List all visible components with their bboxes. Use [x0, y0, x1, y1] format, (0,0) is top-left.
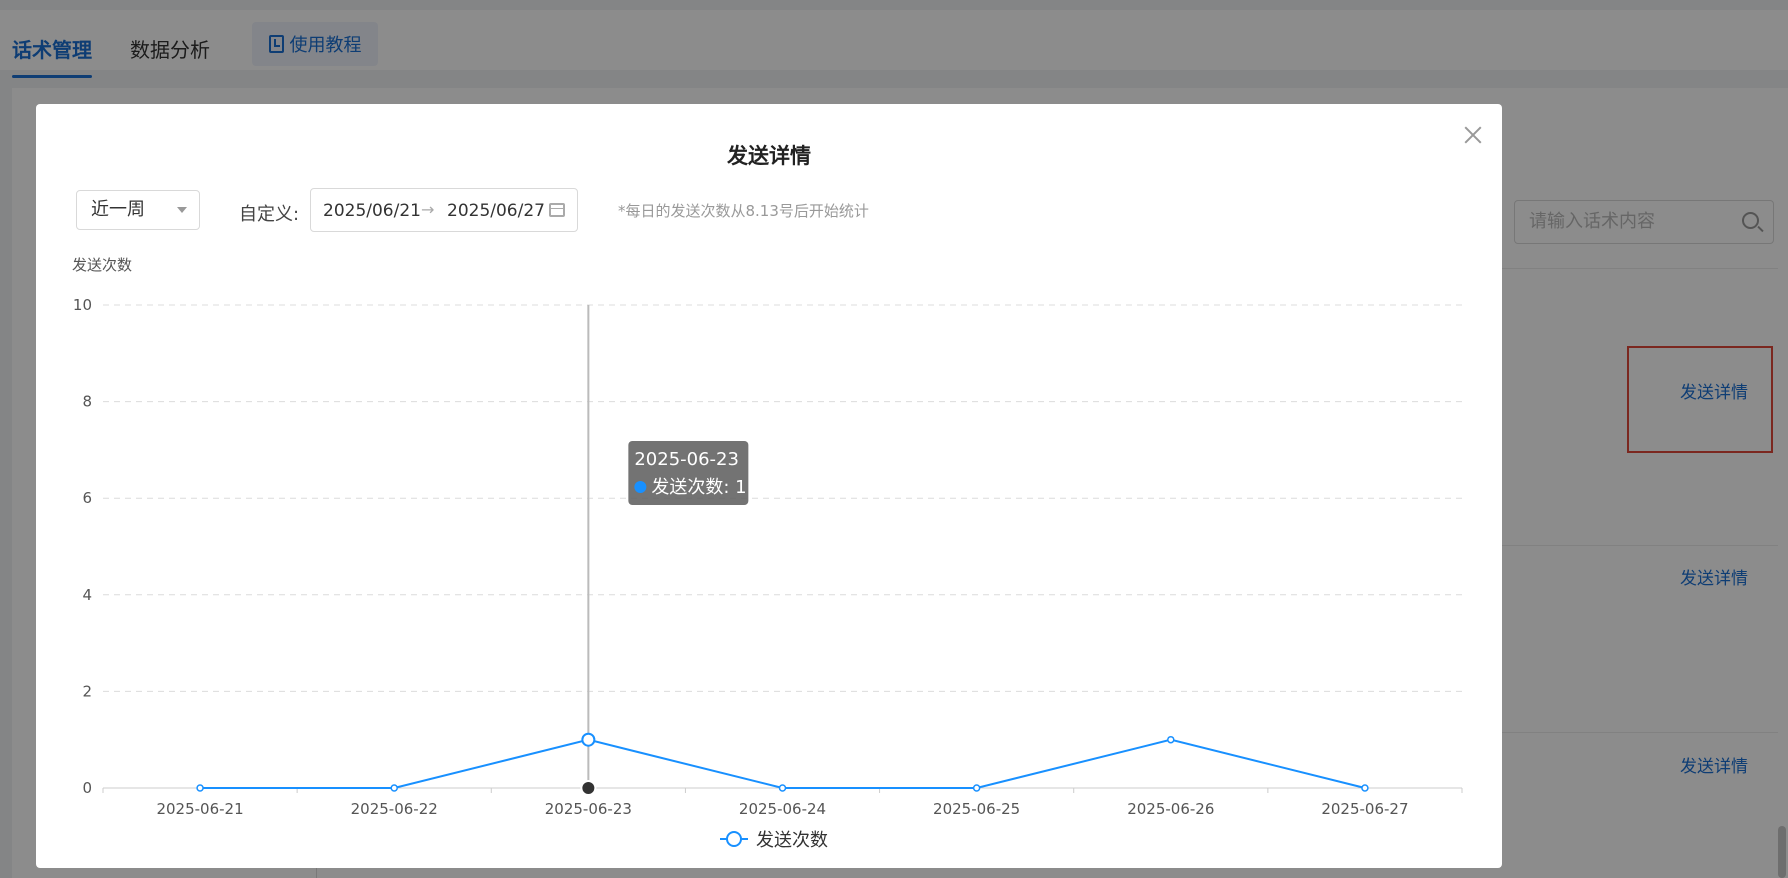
y-axis-title: 发送次数 [72, 256, 132, 274]
data-point [1167, 735, 1175, 744]
y-tick-label: 4 [82, 586, 92, 604]
x-tick-label: 2025-06-24 [739, 800, 826, 818]
send-detail-modal: 发送详情 近一周 自定义: 2025/06/21 → 2025/06/27 *每… [36, 104, 1502, 868]
y-tick-label: 6 [82, 489, 92, 507]
data-point [972, 784, 981, 792]
x-tick-label: 2025-06-26 [1127, 800, 1214, 818]
x-tick-label: 2025-06-25 [933, 800, 1020, 818]
data-point [390, 784, 398, 792]
legend-label: 发送次数 [756, 830, 828, 851]
series-line [200, 738, 1366, 789]
send-count-line-chart: 发送次数 0 2 4 6 8 10 2025-06-21 2025-06-22 2025-06-2… [72, 256, 1463, 851]
axis-pointer-handle [580, 780, 597, 796]
x-tick-label: 2025-06-23 [545, 800, 632, 818]
y-tick-label: 2 [82, 682, 92, 700]
data-point [778, 784, 787, 792]
data-point [581, 732, 596, 747]
x-tick-label: 2025-06-22 [351, 800, 438, 818]
tooltip-value: 发送次数: 1 [651, 477, 746, 498]
legend-marker [726, 831, 742, 847]
x-tick-label: 2025-06-21 [156, 800, 243, 818]
tooltip-marker [634, 481, 647, 493]
x-tick-label: 2025-06-27 [1321, 800, 1408, 818]
tooltip-title: 2025-06-23 [634, 449, 739, 470]
data-point [1361, 784, 1369, 792]
y-tick-label: 8 [82, 393, 92, 411]
data-point [196, 784, 204, 792]
y-tick-label: 10 [73, 296, 92, 314]
y-tick-label: 0 [82, 779, 92, 797]
